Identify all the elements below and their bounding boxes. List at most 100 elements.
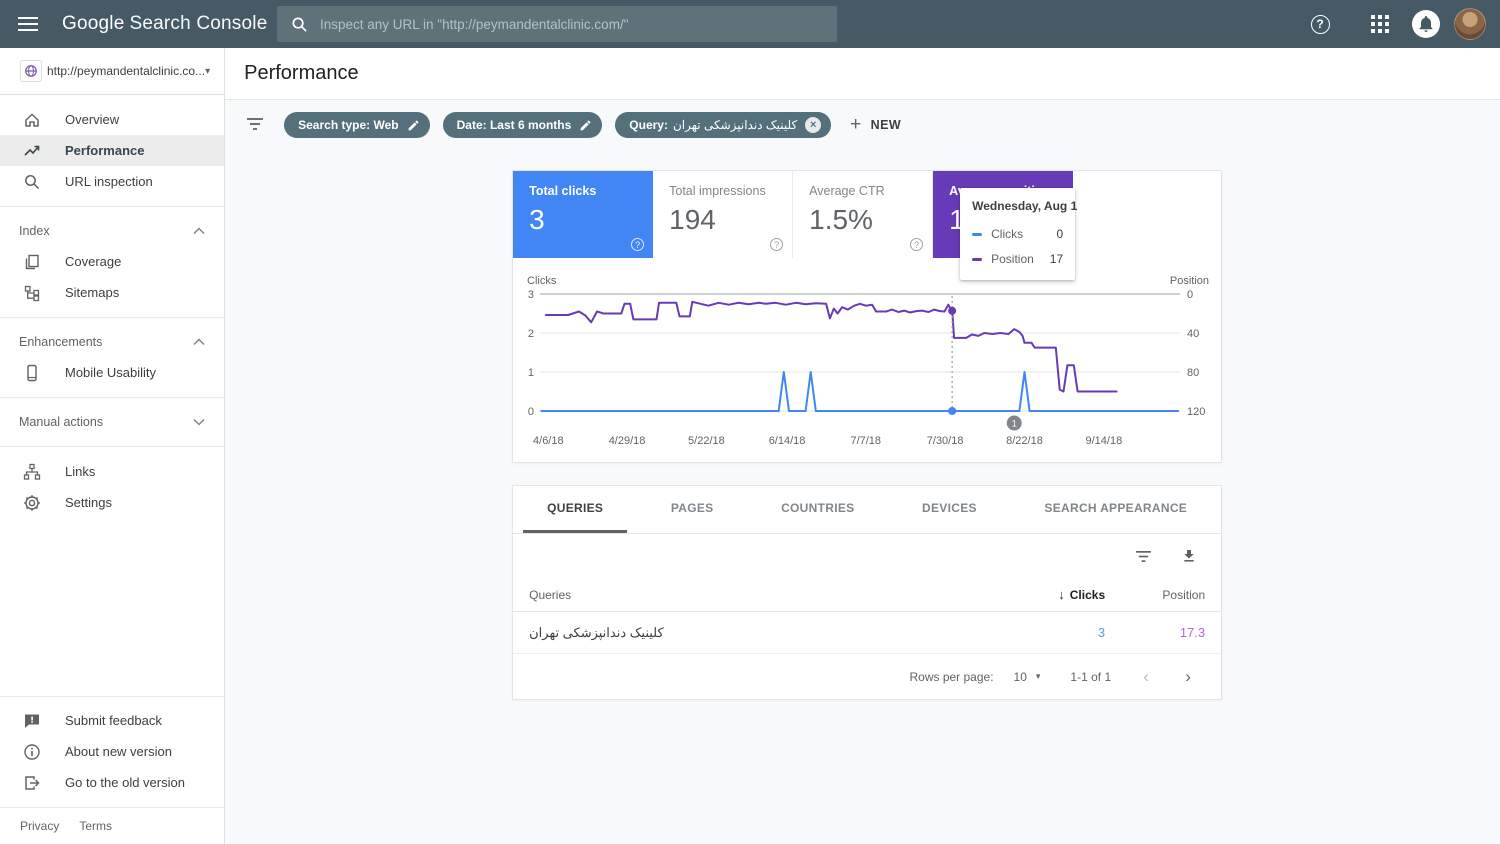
- chevron-down-icon: ▾: [205, 66, 210, 77]
- property-icon: [20, 60, 42, 82]
- sidebar-footer: Submit feedback About new version Go to …: [0, 696, 224, 844]
- help-icon[interactable]: ?: [631, 238, 644, 251]
- sidebar-item-url-inspection[interactable]: URL inspection: [0, 166, 224, 197]
- rows-per-page-label: Rows per page:: [909, 670, 993, 684]
- filter-list-icon[interactable]: [246, 117, 266, 133]
- sidebar-item-mobile-usability[interactable]: Mobile Usability: [0, 357, 224, 388]
- pencil-icon[interactable]: [407, 119, 420, 132]
- metric-cards: Total clicks 3 ? Total impressions 194 ?…: [513, 171, 1221, 258]
- card-total-clicks[interactable]: Total clicks 3 ?: [513, 171, 653, 258]
- card-value: 3: [529, 204, 653, 236]
- sidebar-item-label: Submit feedback: [65, 713, 162, 728]
- sidebar: http://peymandentalclinic.co... ▾ Overvi…: [0, 48, 225, 844]
- table-header-row: Queries ↓Clicks Position: [513, 578, 1221, 612]
- sidebar-item-label: Settings: [65, 495, 112, 510]
- tab-devices[interactable]: DEVICES: [898, 486, 1001, 533]
- svg-text:3: 3: [528, 289, 534, 301]
- sort-desc-icon: ↓: [1058, 587, 1065, 602]
- help-icon[interactable]: ?: [770, 238, 783, 251]
- position-cell: 17.3: [1105, 625, 1205, 640]
- performance-line-chart[interactable]: 302401800120ClicksPosition4/6/184/29/185…: [513, 258, 1223, 464]
- apps-grid-button[interactable]: [1368, 12, 1392, 36]
- svg-text:7/30/18: 7/30/18: [927, 435, 964, 447]
- help-button[interactable]: ?: [1308, 12, 1332, 36]
- sidebar-item-performance[interactable]: Performance: [0, 135, 224, 166]
- sidebar-item-links[interactable]: Links: [0, 456, 224, 487]
- sidebar-item-label: Overview: [65, 112, 119, 127]
- app-logo: GoogleSearch Console: [62, 13, 267, 35]
- tab-search-appearance[interactable]: SEARCH APPEARANCE: [1020, 486, 1211, 533]
- tab-countries[interactable]: COUNTRIES: [757, 486, 878, 533]
- card-total-impressions[interactable]: Total impressions 194 ?: [653, 171, 793, 258]
- download-icon[interactable]: [1179, 546, 1199, 566]
- user-avatar[interactable]: [1454, 8, 1486, 40]
- search-input[interactable]: [320, 17, 823, 32]
- divider: [0, 696, 224, 697]
- svg-text:7/7/18: 7/7/18: [851, 435, 882, 447]
- column-position[interactable]: Position: [1105, 588, 1205, 602]
- table-pagination: Rows per page: 10 ▾ 1-1 of 1 ‹ ›: [513, 654, 1221, 699]
- svg-text:1: 1: [528, 367, 534, 379]
- main-content: Performance Search type: Web Date: Last …: [225, 48, 1500, 844]
- svg-text:5/22/18: 5/22/18: [688, 435, 725, 447]
- chevron-up-icon: [193, 227, 205, 235]
- help-icon[interactable]: ?: [910, 238, 923, 251]
- sidebar-item-overview[interactable]: Overview: [0, 104, 224, 135]
- go-old-version-link[interactable]: Go to the old version: [0, 767, 224, 798]
- tooltip-position-row: Position 17: [972, 248, 1063, 270]
- terms-link[interactable]: Terms: [79, 819, 112, 833]
- table-filter-icon[interactable]: [1133, 546, 1153, 566]
- position-series-swatch: [972, 258, 982, 261]
- section-index[interactable]: Index: [0, 216, 224, 246]
- sidebar-item-sitemaps[interactable]: Sitemaps: [0, 277, 224, 308]
- content-area: Total clicks 3 ? Total impressions 194 ?…: [225, 150, 1500, 844]
- new-filter-button[interactable]: + NEW: [850, 114, 901, 136]
- privacy-link[interactable]: Privacy: [20, 819, 59, 833]
- sidebar-item-settings[interactable]: Settings: [0, 487, 224, 518]
- divider: [0, 317, 224, 318]
- column-clicks-sorted[interactable]: ↓Clicks: [995, 587, 1105, 602]
- property-selector[interactable]: http://peymandentalclinic.co... ▾: [0, 48, 224, 95]
- svg-text:0: 0: [528, 406, 534, 418]
- previous-page-button[interactable]: ‹: [1129, 660, 1163, 694]
- card-average-ctr[interactable]: Average CTR 1.5% ?: [793, 171, 933, 258]
- rows-per-page-select[interactable]: 10 ▾: [1014, 670, 1041, 684]
- chip-search-type[interactable]: Search type: Web: [284, 112, 429, 138]
- logo-search-console: Search Console: [129, 13, 267, 34]
- query-cell[interactable]: کلینیک دندانپزشکی تهران: [529, 625, 995, 641]
- section-enhancements[interactable]: Enhancements: [0, 327, 224, 357]
- next-page-button[interactable]: ›: [1171, 660, 1205, 694]
- svg-text:120: 120: [1187, 406, 1205, 418]
- pencil-icon[interactable]: [579, 119, 592, 132]
- tab-queries[interactable]: QUERIES: [523, 486, 627, 533]
- chip-date[interactable]: Date: Last 6 months: [443, 112, 603, 138]
- position-hover-dot: [948, 307, 956, 315]
- submit-feedback-link[interactable]: Submit feedback: [0, 705, 224, 736]
- hamburger-menu-icon[interactable]: [16, 12, 40, 36]
- divider: [0, 446, 224, 447]
- chevron-down-icon: [193, 418, 205, 426]
- top-bar: GoogleSearch Console ?: [0, 0, 1500, 48]
- card-value: 194: [669, 204, 792, 236]
- card-label: Average CTR: [809, 184, 932, 198]
- svg-text:2: 2: [528, 328, 534, 340]
- gear-icon: [23, 494, 41, 512]
- column-queries[interactable]: Queries: [529, 588, 995, 602]
- sidebar-item-label: Links: [65, 464, 95, 479]
- chip-query[interactable]: Query: کلینیک دندانپزشکی تهران ×: [615, 112, 831, 138]
- notifications-button[interactable]: [1412, 10, 1440, 38]
- sidebar-item-label: Coverage: [65, 254, 121, 269]
- position-line: [546, 302, 1117, 392]
- sidebar-item-coverage[interactable]: Coverage: [0, 246, 224, 277]
- chart-tooltip: Wednesday, Aug 1 Clicks 0 Position 17: [960, 188, 1075, 280]
- divider: [0, 206, 224, 207]
- card-label: Total impressions: [669, 184, 792, 198]
- magnifier-icon: [23, 173, 41, 191]
- about-new-version-link[interactable]: About new version: [0, 736, 224, 767]
- section-manual-actions[interactable]: Manual actions: [0, 407, 224, 437]
- url-inspection-searchbar[interactable]: [277, 6, 837, 42]
- performance-chart-panel: Total clicks 3 ? Total impressions 194 ?…: [512, 170, 1222, 463]
- dimension-tabs: QUERIES PAGES COUNTRIES DEVICES SEARCH A…: [513, 486, 1221, 534]
- tab-pages[interactable]: PAGES: [647, 486, 738, 533]
- close-icon[interactable]: ×: [805, 117, 821, 133]
